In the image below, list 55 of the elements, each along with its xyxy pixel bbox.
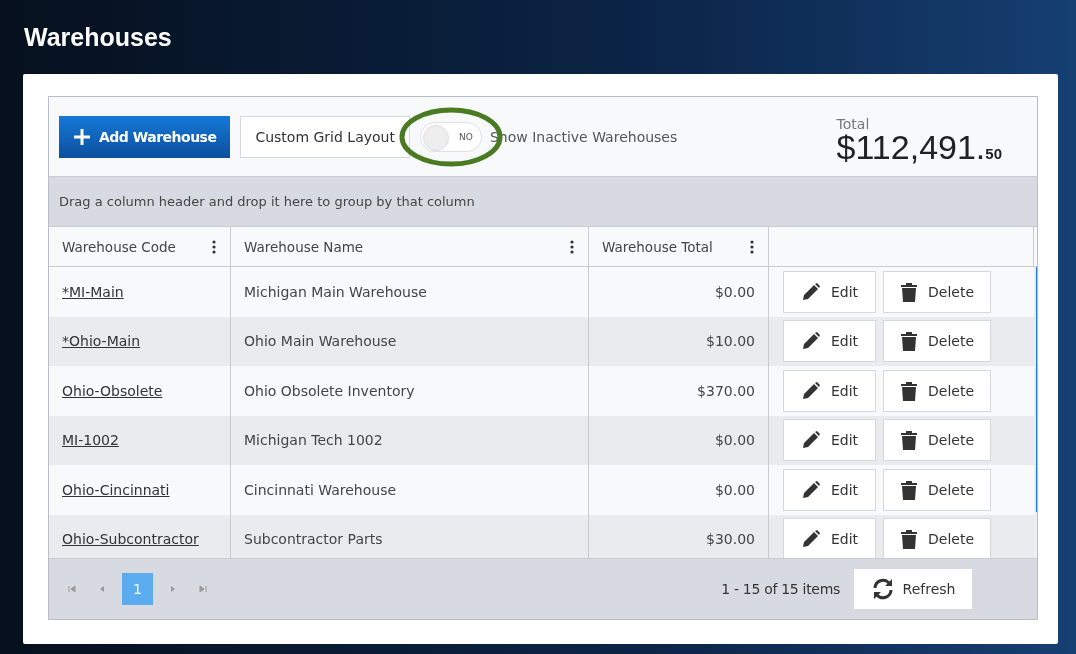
column-menu-icon[interactable] <box>570 239 574 254</box>
item-count: 1 - 15 of 15 items <box>721 581 840 597</box>
group-hint: Drag a column header and drop it here to group by that column <box>59 194 475 209</box>
warehouse-code-link[interactable]: Ohio-Cincinnati <box>62 481 170 498</box>
delete-button[interactable]: Delete <box>883 419 991 462</box>
edit-button[interactable]: Edit <box>783 518 876 558</box>
edit-button[interactable]: Edit <box>783 369 876 412</box>
warehouse-code-link[interactable]: MI-1002 <box>62 432 119 449</box>
delete-button[interactable]: Delete <box>883 369 991 412</box>
warehouse-code-link[interactable]: Ohio-Obsolete <box>62 382 163 399</box>
pencil-icon <box>800 331 821 352</box>
warehouse-code-link[interactable]: *MI-Main <box>62 283 124 300</box>
column-header[interactable]: Warehouse Name <box>231 227 589 266</box>
pencil-icon <box>800 479 821 500</box>
first-page-icon[interactable] <box>67 584 77 594</box>
refresh-button[interactable]: Refresh <box>854 569 972 609</box>
table-cell: Cincinnati Warehouse <box>231 465 589 515</box>
trash-icon <box>900 430 918 451</box>
delete-button[interactable]: Delete <box>883 320 991 363</box>
edit-button[interactable]: Edit <box>783 320 876 363</box>
add-warehouse-button[interactable]: Add Warehouse <box>59 115 231 158</box>
total-amount: $112,491.50 <box>836 129 1002 164</box>
delete-button[interactable]: Delete <box>883 270 991 313</box>
pencil-icon <box>800 281 821 302</box>
table-cell: Ohio Obsolete Inventory <box>231 366 589 416</box>
last-page-icon[interactable] <box>198 584 208 594</box>
table-cell: $370.00 <box>589 366 769 416</box>
custom-grid-layout-button[interactable]: Custom Grid Layout <box>240 115 410 158</box>
pencil-icon <box>800 529 821 550</box>
page-title: Warehouses <box>23 22 172 53</box>
pencil-icon <box>800 430 821 451</box>
warehouse-code-link[interactable]: *Ohio-Main <box>62 333 141 350</box>
edit-button[interactable]: Edit <box>783 270 876 313</box>
trash-icon <box>900 529 918 550</box>
table-cell: $0.00 <box>589 465 769 515</box>
table-cell: Michigan Main Warehouse <box>231 267 589 317</box>
column-menu-icon[interactable] <box>750 239 754 254</box>
group-drop-area[interactable]: Drag a column header and drop it here to group by that column <box>49 177 1037 227</box>
edit-button[interactable]: Edit <box>783 419 876 462</box>
total-label: Total <box>836 115 871 132</box>
trash-icon <box>900 281 918 302</box>
column-header[interactable]: Warehouse Total <box>589 227 769 266</box>
trash-icon <box>900 331 918 352</box>
plus-icon <box>73 127 91 146</box>
delete-button[interactable]: Delete <box>883 518 991 558</box>
table-cell: $0.00 <box>589 267 769 317</box>
column-header[interactable]: Warehouse Code <box>49 227 231 266</box>
trash-icon <box>900 380 918 401</box>
column-menu-icon[interactable] <box>212 239 216 254</box>
trash-icon <box>900 479 918 500</box>
pencil-icon <box>800 380 821 401</box>
delete-button[interactable]: Delete <box>883 468 991 511</box>
warehouse-code-link[interactable]: Ohio-Subcontractor <box>62 531 199 548</box>
edit-button[interactable]: Edit <box>783 468 876 511</box>
toggle-switch[interactable]: NO <box>419 121 482 152</box>
